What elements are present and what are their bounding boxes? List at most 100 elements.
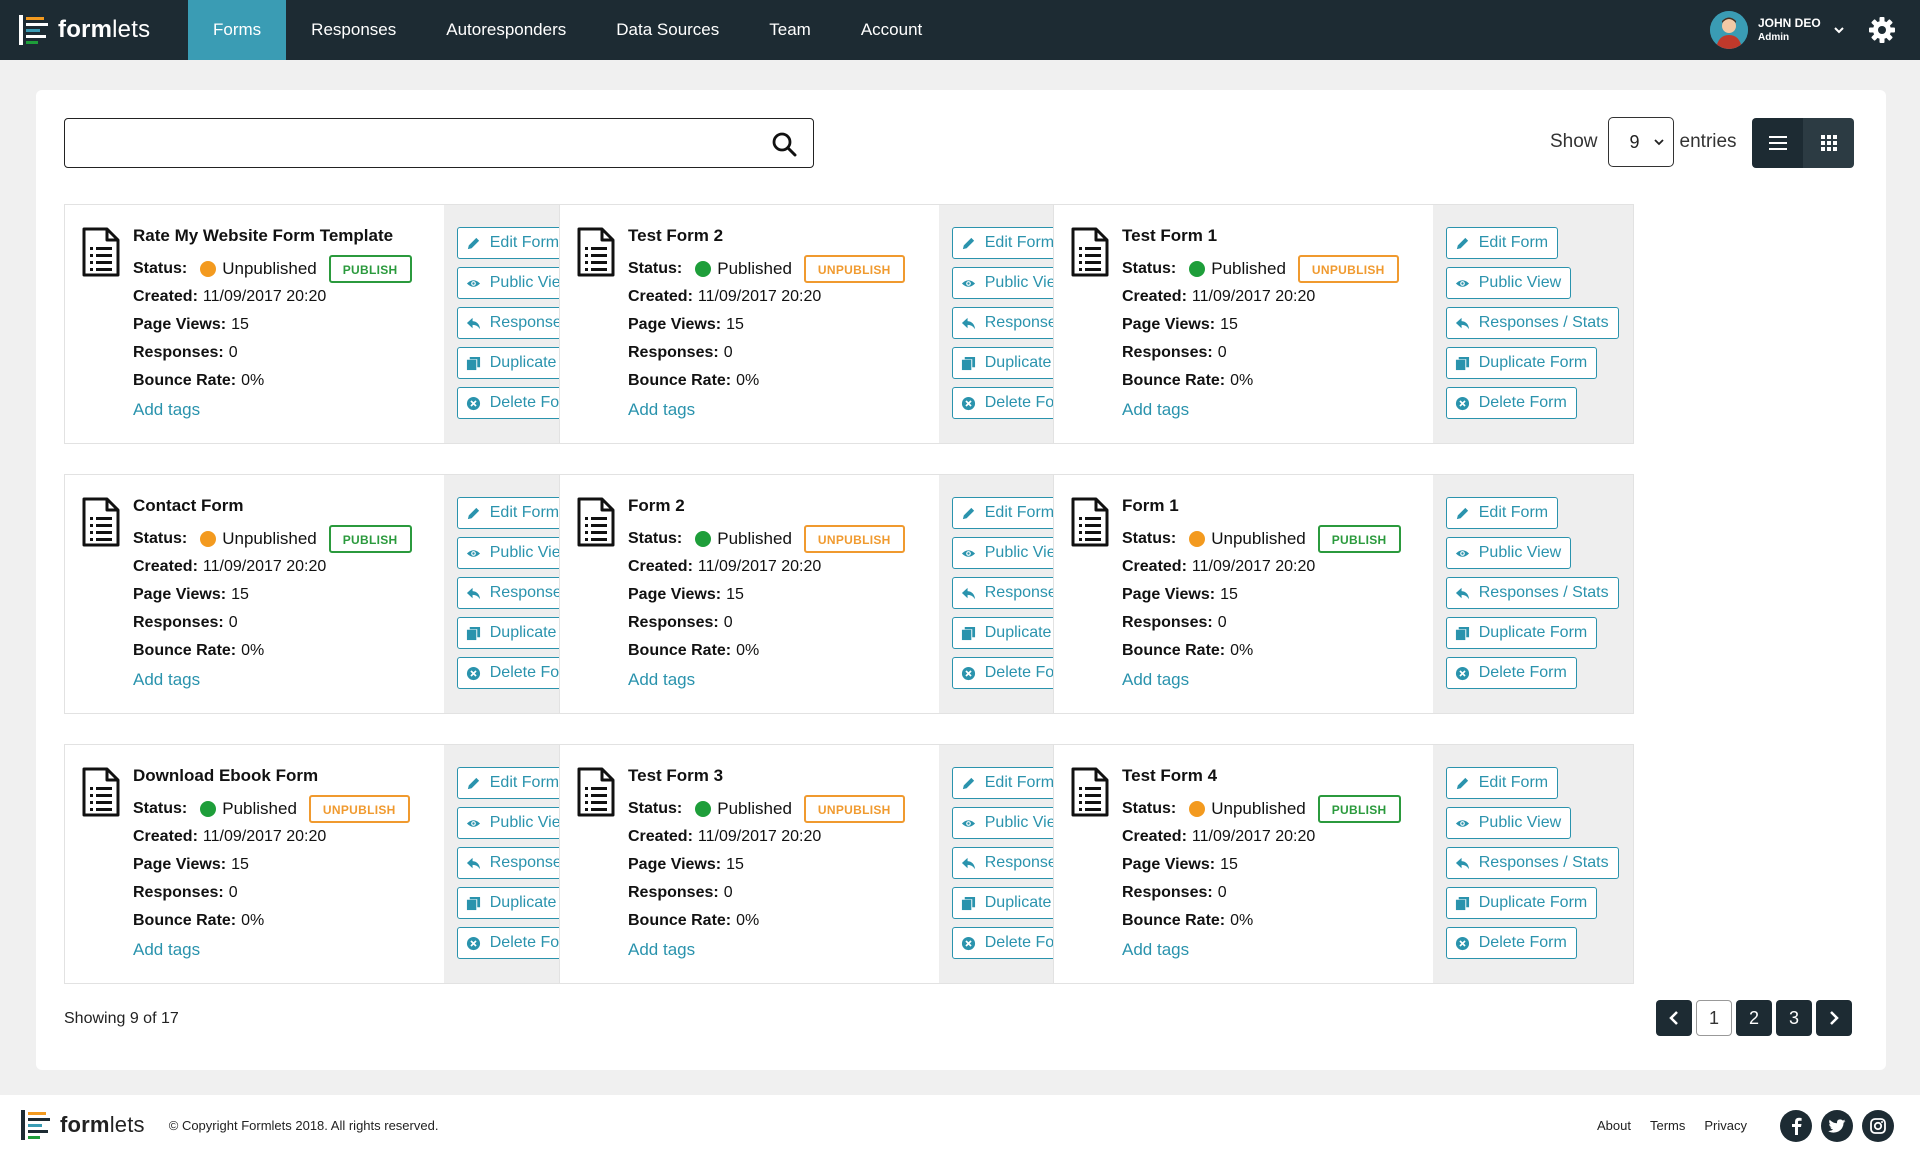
form-title[interactable]: Rate My Website Form Template xyxy=(133,225,444,247)
bounce-rate-label: Bounce Rate: xyxy=(133,372,237,389)
add-tags-link[interactable]: Add tags xyxy=(133,937,444,963)
search-icon[interactable] xyxy=(771,131,797,157)
form-title[interactable]: Test Form 3 xyxy=(628,765,939,787)
form-card-info: Contact Form Status: Unpublished PUBLISH Cre… xyxy=(65,475,444,713)
status-dot xyxy=(200,801,217,817)
duplicate-form-button[interactable]: Duplicate Form xyxy=(1445,347,1598,379)
duplicate-form-button[interactable]: Duplicate Form xyxy=(1445,617,1598,649)
footer-logo[interactable]: formlets xyxy=(0,1109,145,1141)
page-1-button[interactable]: 1 xyxy=(1696,1000,1732,1036)
nav-team[interactable]: Team xyxy=(744,0,836,60)
app-logo[interactable]: formlets xyxy=(0,0,188,60)
document-icon xyxy=(82,497,120,547)
form-title[interactable]: Contact Form xyxy=(133,495,444,517)
prev-page-button[interactable] xyxy=(1656,1000,1692,1036)
publish-button[interactable]: PUBLISH xyxy=(1317,795,1401,823)
public-view-button[interactable]: Public View xyxy=(1445,807,1572,839)
nav-account[interactable]: Account xyxy=(836,0,947,60)
page-3-button[interactable]: 3 xyxy=(1776,1000,1812,1036)
reply-icon xyxy=(466,586,490,601)
publish-button[interactable]: PUBLISH xyxy=(1317,525,1401,553)
form-title[interactable]: Test Form 1 xyxy=(1122,225,1433,247)
add-tags-link[interactable]: Add tags xyxy=(628,397,939,423)
page-views-row: Page Views: 15 xyxy=(133,311,444,339)
facebook-icon[interactable] xyxy=(1780,1110,1812,1142)
edit-form-button[interactable]: Edit Form xyxy=(456,497,570,529)
form-title[interactable]: Test Form 4 xyxy=(1122,765,1433,787)
document-icon xyxy=(1071,497,1109,547)
instagram-icon[interactable] xyxy=(1862,1110,1894,1142)
add-tags-link[interactable]: Add tags xyxy=(1122,937,1433,963)
edit-form-button[interactable]: Edit Form xyxy=(1445,227,1559,259)
bounce-rate-row: Bounce Rate: 0% xyxy=(628,907,939,935)
edit-form-button[interactable]: Edit Form xyxy=(1445,497,1559,529)
footer-link-terms[interactable]: Terms xyxy=(1650,1118,1685,1133)
delete-form-button[interactable]: Delete Form xyxy=(1445,387,1577,419)
grid-view-button[interactable] xyxy=(1803,118,1854,168)
created-row: Created: 11/09/2017 20:20 xyxy=(1122,823,1433,851)
unpublish-button[interactable]: UNPUBLISH xyxy=(803,255,905,283)
duplicate-form-button[interactable]: Duplicate Form xyxy=(1445,887,1598,919)
entries-select[interactable]: 9 xyxy=(1607,117,1674,167)
page-views-label: Page Views: xyxy=(133,586,227,603)
user-menu[interactable]: JOHN DEO Admin xyxy=(1710,11,1845,49)
form-title[interactable]: Test Form 2 xyxy=(628,225,939,247)
delete-form-button[interactable]: Delete Form xyxy=(1445,657,1577,689)
responses-stats-button[interactable]: Responses / Stats xyxy=(1445,847,1619,879)
form-card-info: Rate My Website Form Template Status: Unpu… xyxy=(65,205,444,443)
publish-button[interactable]: PUBLISH xyxy=(328,255,412,283)
created-label: Created: xyxy=(628,828,693,845)
unpublish-button[interactable]: UNPUBLISH xyxy=(803,525,905,553)
gear-icon[interactable] xyxy=(1868,16,1896,44)
created-value: 11/09/2017 20:20 xyxy=(1191,288,1316,305)
form-actions: Edit Form Public View Responses / Stats Dup… xyxy=(1432,475,1633,713)
edit-form-button[interactable]: Edit Form xyxy=(951,767,1065,799)
delete-form-button[interactable]: Delete Form xyxy=(1445,927,1577,959)
page-views-row: Page Views: 15 xyxy=(1122,851,1433,879)
responses-stats-button[interactable]: Responses / Stats xyxy=(1445,307,1619,339)
public-view-button[interactable]: Public View xyxy=(1445,537,1572,569)
add-tags-link[interactable]: Add tags xyxy=(1122,667,1433,693)
form-title[interactable]: Form 2 xyxy=(628,495,939,517)
page-views-label: Page Views: xyxy=(133,856,227,873)
created-row: Created: 11/09/2017 20:20 xyxy=(133,283,444,311)
edit-form-button[interactable]: Edit Form xyxy=(951,227,1065,259)
status-dot xyxy=(200,261,217,277)
page-2-button[interactable]: 2 xyxy=(1736,1000,1772,1036)
page-views-label: Page Views: xyxy=(1122,856,1216,873)
created-row: Created: 11/09/2017 20:20 xyxy=(628,823,939,851)
chevron-down-icon[interactable] xyxy=(1833,24,1845,36)
footer-link-about[interactable]: About xyxy=(1597,1118,1631,1133)
edit-form-button[interactable]: Edit Form xyxy=(456,767,570,799)
unpublish-button[interactable]: UNPUBLISH xyxy=(803,795,905,823)
edit-form-button[interactable]: Edit Form xyxy=(1445,767,1559,799)
nav-forms[interactable]: Forms xyxy=(188,0,287,60)
nav-data-sources[interactable]: Data Sources xyxy=(591,0,744,60)
unpublish-button[interactable]: UNPUBLISH xyxy=(308,795,410,823)
nav-responses[interactable]: Responses xyxy=(286,0,421,60)
public-view-button[interactable]: Public View xyxy=(1445,267,1572,299)
edit-form-button[interactable]: Edit Form xyxy=(456,227,570,259)
add-tags-link[interactable]: Add tags xyxy=(133,667,444,693)
responses-stats-button[interactable]: Responses / Stats xyxy=(1445,577,1619,609)
footer-link-privacy[interactable]: Privacy xyxy=(1704,1118,1747,1133)
main-nav: Forms Responses Autoresponders Data Sour… xyxy=(188,0,947,60)
edit-form-button[interactable]: Edit Form xyxy=(951,497,1065,529)
unpublish-button[interactable]: UNPUBLISH xyxy=(1297,255,1399,283)
responses-row: Responses: 0 xyxy=(628,879,939,907)
bounce-rate-label: Bounce Rate: xyxy=(1122,642,1226,659)
search-input[interactable] xyxy=(65,119,745,167)
add-tags-link[interactable]: Add tags xyxy=(1122,397,1433,423)
list-view-button[interactable] xyxy=(1752,118,1803,168)
pencil-icon xyxy=(466,236,490,251)
add-tags-link[interactable]: Add tags xyxy=(628,667,939,693)
nav-autoresponders[interactable]: Autoresponders xyxy=(421,0,591,60)
next-page-button[interactable] xyxy=(1816,1000,1852,1036)
add-tags-link[interactable]: Add tags xyxy=(628,937,939,963)
add-tags-link[interactable]: Add tags xyxy=(133,397,444,423)
publish-button[interactable]: PUBLISH xyxy=(328,525,412,553)
twitter-icon[interactable] xyxy=(1821,1110,1853,1142)
form-title[interactable]: Download Ebook Form xyxy=(133,765,444,787)
bounce-rate-row: Bounce Rate: 0% xyxy=(133,907,444,935)
form-title[interactable]: Form 1 xyxy=(1122,495,1433,517)
